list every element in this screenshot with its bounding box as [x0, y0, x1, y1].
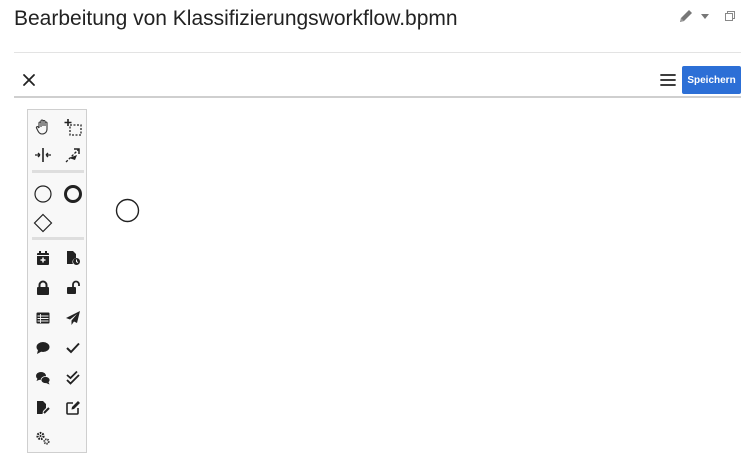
comment-icon[interactable] [31, 336, 55, 360]
global-connect-tool-icon[interactable] [61, 143, 85, 167]
tool-palette [27, 109, 87, 453]
palette-separator [32, 170, 84, 173]
start-event-icon[interactable] [31, 182, 55, 206]
lasso-tool-icon[interactable] [61, 115, 85, 139]
gateway-icon[interactable] [31, 211, 55, 235]
comments-icon[interactable] [31, 366, 55, 390]
paper-plane-icon[interactable] [61, 306, 85, 330]
check-icon[interactable] [61, 336, 85, 360]
title-actions [678, 8, 736, 24]
edit-icon[interactable] [61, 396, 85, 420]
cogs-icon[interactable] [31, 426, 55, 450]
hamburger-menu-icon[interactable] [659, 72, 677, 88]
pencil-icon[interactable] [678, 8, 694, 24]
file-clock-icon[interactable] [61, 246, 85, 270]
file-signature-icon[interactable] [31, 396, 55, 420]
space-tool-icon[interactable] [31, 143, 55, 167]
bpmn-canvas[interactable] [14, 98, 741, 468]
title-divider [14, 52, 741, 53]
double-check-icon[interactable] [61, 366, 85, 390]
restore-window-icon[interactable] [724, 10, 736, 22]
editor-toolbar: Speichern [14, 64, 741, 98]
hand-tool-icon[interactable] [31, 115, 55, 139]
end-event-icon[interactable] [61, 182, 85, 206]
close-icon[interactable] [20, 71, 38, 89]
save-button[interactable]: Speichern [682, 66, 741, 94]
table-list-icon[interactable] [31, 306, 55, 330]
lock-icon[interactable] [31, 276, 55, 300]
start-event[interactable] [115, 198, 140, 228]
caret-down-icon[interactable] [700, 11, 710, 21]
calendar-plus-icon[interactable] [31, 246, 55, 270]
unlock-icon[interactable] [61, 276, 85, 300]
page-title: Bearbeitung von Klassifizierungsworkflow… [14, 7, 458, 30]
palette-separator [32, 237, 84, 240]
